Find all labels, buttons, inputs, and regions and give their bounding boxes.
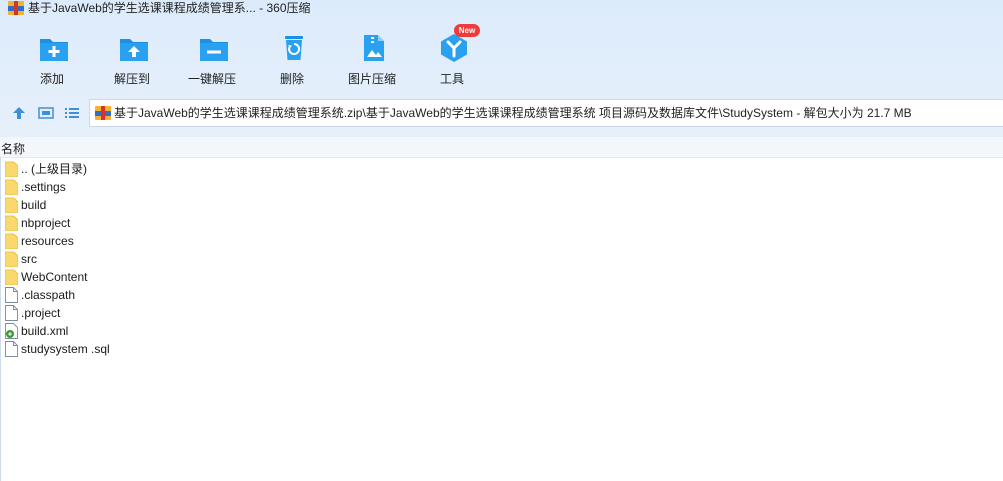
list-item-name: src	[21, 252, 37, 266]
top-panel: 基于JavaWeb的学生选课课程成绩管理系... - 360压缩 添加 解压到	[0, 0, 1003, 137]
recycle-delete-icon	[285, 36, 303, 60]
list-item[interactable]: src	[0, 250, 600, 268]
file-icon	[5, 287, 18, 303]
folder-icon	[4, 215, 19, 232]
title-bar: 基于JavaWeb的学生选课课程成绩管理系... - 360压缩	[0, 0, 1003, 17]
list-item[interactable]: studysystem .sql	[0, 340, 600, 358]
list-item-name: .settings	[21, 180, 66, 194]
folder-icon	[4, 269, 19, 286]
list-item[interactable]: build	[0, 196, 600, 214]
window-title: 基于JavaWeb的学生选课课程成绩管理系... - 360压缩	[28, 1, 311, 15]
delete-label: 删除	[279, 72, 304, 86]
add-folder-icon	[40, 39, 68, 61]
delete-button[interactable]: 删除	[252, 24, 332, 90]
add-button[interactable]: 添加	[12, 24, 92, 90]
list-item[interactable]: .. (上级目录)	[0, 160, 600, 178]
list-item[interactable]: .settings	[0, 178, 600, 196]
list-item-name: .. (上级目录)	[21, 162, 87, 176]
add-label: 添加	[39, 72, 64, 86]
list-item-name: build.xml	[21, 324, 69, 338]
extract-to-icon	[120, 39, 148, 61]
one-click-extract-button[interactable]: 一键解压	[172, 24, 252, 90]
one-click-extract-label: 一键解压	[187, 72, 236, 86]
file-icon	[5, 305, 18, 321]
file-list: .. (上级目录) .settings build nbproject resource…	[0, 160, 600, 358]
list-item[interactable]: WebContent	[0, 268, 600, 286]
list-item-name: nbproject	[21, 216, 71, 230]
folder-icon	[4, 161, 19, 178]
folder-icon	[4, 179, 19, 196]
extract-to-label: 解压到	[113, 72, 150, 86]
image-compress-label: 图片压缩	[347, 72, 396, 86]
list-view-icon[interactable]	[64, 105, 80, 121]
one-click-extract-icon	[200, 39, 228, 61]
navigation-row: 基于JavaWeb的学生选课课程成绩管理系统.zip\基于JavaWeb的学生选…	[0, 99, 1003, 129]
up-arrow-icon[interactable]	[11, 105, 27, 121]
column-header-name[interactable]: 名称	[1, 140, 25, 157]
image-compress-button[interactable]: 图片压缩	[332, 24, 412, 90]
list-item-name: .project	[21, 306, 61, 320]
list-header: 名称	[0, 137, 1003, 158]
folder-icon	[4, 251, 19, 268]
thumbnail-view-icon[interactable]	[38, 105, 54, 121]
list-item-name: WebContent	[21, 270, 88, 284]
toolbar: 添加 解压到 一键解压 删除 图片压缩 工具	[0, 24, 520, 94]
list-item[interactable]: .classpath	[0, 286, 600, 304]
list-item-name: .classpath	[21, 288, 76, 302]
extract-to-button[interactable]: 解压到	[92, 24, 172, 90]
list-item-name: studysystem .sql	[21, 342, 110, 356]
address-bar[interactable]: 基于JavaWeb的学生选课课程成绩管理系统.zip\基于JavaWeb的学生选…	[89, 99, 1003, 127]
tools-label: 工具	[439, 72, 464, 86]
list-item-name: resources	[21, 234, 74, 248]
list-item[interactable]: resources	[0, 232, 600, 250]
image-compress-icon	[364, 35, 384, 61]
new-badge: New	[454, 24, 480, 37]
address-path: 基于JavaWeb的学生选课课程成绩管理系统.zip\基于JavaWeb的学生选…	[114, 106, 912, 120]
list-item-name: build	[21, 198, 47, 212]
folder-icon	[4, 233, 19, 250]
list-item[interactable]: nbproject	[0, 214, 600, 232]
xml-file-icon	[5, 323, 18, 339]
archive-icon	[95, 106, 111, 120]
file-icon	[5, 341, 18, 357]
list-item[interactable]: build.xml	[0, 322, 600, 340]
tools-button[interactable]: 工具	[412, 24, 492, 90]
app-logo-icon	[8, 1, 24, 15]
list-item[interactable]: .project	[0, 304, 600, 322]
folder-icon	[4, 197, 19, 214]
